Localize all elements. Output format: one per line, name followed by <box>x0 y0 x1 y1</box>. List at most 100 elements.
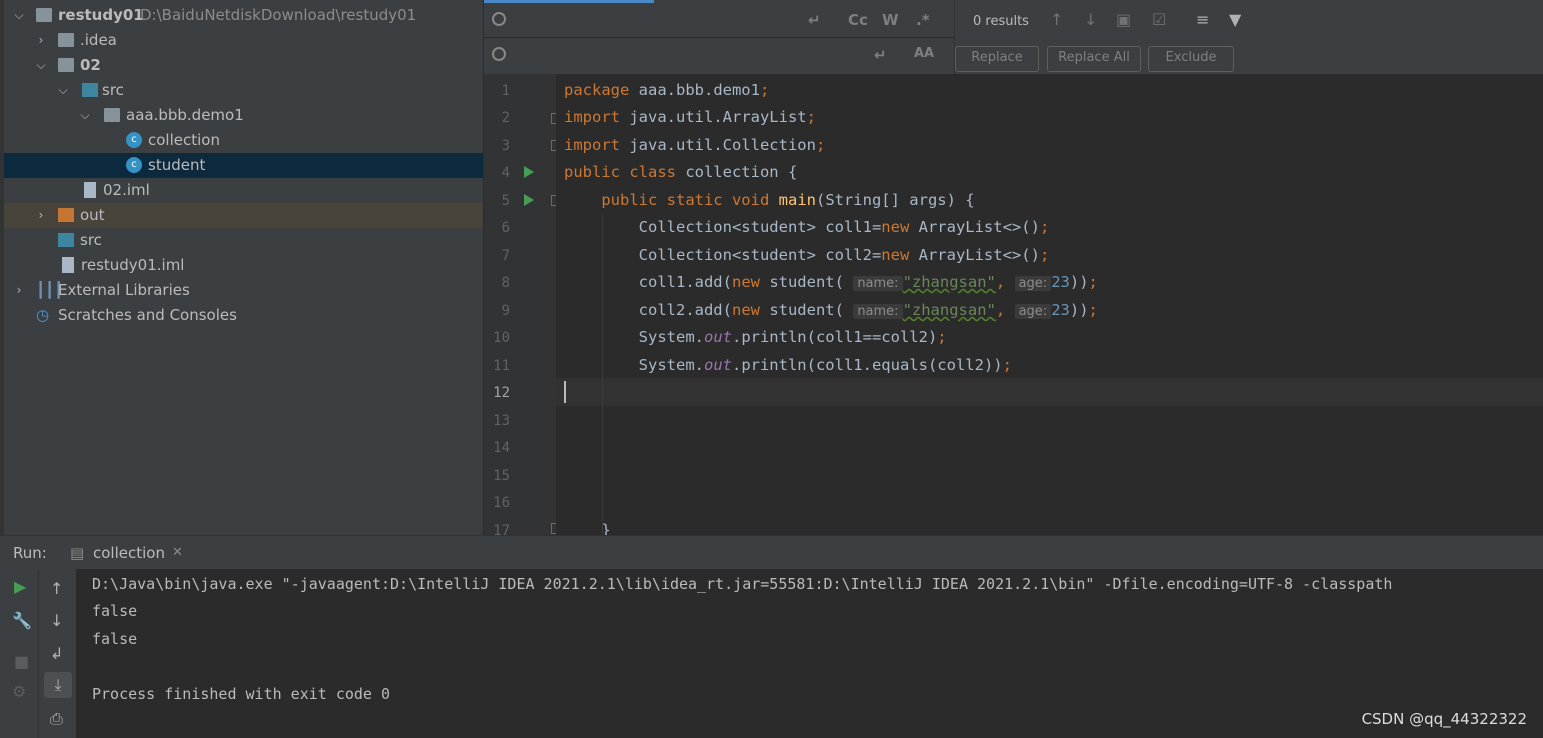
param-hint-name: name: <box>853 304 903 319</box>
line-number: 9 <box>501 303 510 319</box>
tree-node-root[interactable]: ⌵ restudy01 D:\BaiduNetdiskDownload\rest… <box>4 3 483 28</box>
tree-node-src-root[interactable]: src <box>4 228 483 253</box>
chevron-down-icon[interactable]: ⌵ <box>12 3 26 28</box>
exclude-button[interactable]: Exclude <box>1148 46 1234 72</box>
param-hint-name: name: <box>853 276 903 291</box>
search-field[interactable]: ↵ Cc W .* <box>484 3 954 38</box>
chevron-right-icon[interactable]: › <box>12 278 26 303</box>
tree-item-label: out <box>80 206 105 224</box>
chevron-right-icon[interactable]: › <box>34 28 48 53</box>
tree-item-label: Scratches and Consoles <box>58 306 237 324</box>
words-toggle[interactable]: W <box>882 11 899 29</box>
replace-all-button[interactable]: Replace All <box>1047 46 1141 72</box>
run-class-icon[interactable] <box>524 166 534 178</box>
text-caret <box>564 381 566 403</box>
line-number: 14 <box>493 440 510 456</box>
tree-node-idea[interactable]: › .idea <box>4 28 483 53</box>
run-main-icon[interactable] <box>524 194 534 206</box>
code-line-3: import java.util.Collection; <box>564 136 826 154</box>
regex-toggle[interactable]: .* <box>916 11 930 29</box>
line-number: 11 <box>493 358 510 374</box>
scratches-icon: ◷ <box>36 306 50 324</box>
code-line-1: package aaa.bbb.demo1; <box>564 81 770 99</box>
code-line-4: public class collection { <box>564 163 798 181</box>
print-icon[interactable]: ⎙ <box>50 709 63 729</box>
console-line: false <box>92 602 138 620</box>
filter-results-icon[interactable]: ☑ <box>1152 10 1166 29</box>
module-folder-icon <box>36 8 52 22</box>
run-label: Run: <box>13 544 47 562</box>
iml-file-icon <box>62 257 74 273</box>
line-number: 1 <box>501 83 510 99</box>
tree-item-label: src <box>80 231 102 249</box>
tree-node-package[interactable]: ⌵ aaa.bbb.demo1 <box>4 103 483 128</box>
arrow-down-icon[interactable]: ↓ <box>1084 10 1097 29</box>
chevron-down-icon[interactable]: ⌵ <box>56 78 70 103</box>
replace-button[interactable]: Replace <box>955 46 1039 72</box>
tree-item-label: .idea <box>80 31 117 49</box>
select-all-occurrences-icon[interactable]: ▣ <box>1116 10 1131 29</box>
wrench-icon[interactable]: 🔧 <box>12 611 32 630</box>
filter-icon[interactable]: ▼ <box>1229 10 1241 29</box>
chevron-right-icon[interactable]: › <box>34 203 48 228</box>
tree-root-path: D:\BaiduNetdiskDownload\restudy01 <box>140 6 417 24</box>
line-number: 16 <box>493 495 510 511</box>
package-icon <box>104 108 120 122</box>
tree-node-src[interactable]: ⌵ src <box>4 78 483 103</box>
code-line-6: Collection<student> coll1=new ArrayList<… <box>564 218 1050 236</box>
search-icon <box>492 47 506 61</box>
tree-node-external-libraries[interactable]: › ┃┃┃ External Libraries <box>4 278 483 303</box>
newline-icon[interactable]: ↵ <box>874 46 887 64</box>
match-case-toggle[interactable]: Cc <box>848 11 868 29</box>
code-line-5: public static void main(String[] args) { <box>601 191 975 209</box>
stop-icon[interactable]: ■ <box>14 652 29 671</box>
code-editor[interactable]: package aaa.bbb.demo1; import java.util.… <box>556 74 1543 535</box>
line-number: 2 <box>501 110 510 126</box>
line-number: 5 <box>501 193 510 209</box>
multiline-icon[interactable]: ≡ <box>1196 10 1209 29</box>
console-icon: ▤ <box>70 544 85 562</box>
tree-root-label: restudy01 <box>58 6 144 24</box>
line-number: 3 <box>501 138 510 154</box>
chevron-down-icon[interactable]: ⌵ <box>78 103 92 128</box>
editor-gutter[interactable]: 1 2 3 4 5 6 7 8 9 10 11 12 13 14 15 16 1… <box>484 74 556 539</box>
tree-item-label: student <box>148 156 206 174</box>
folder-icon <box>58 33 74 47</box>
source-folder-icon <box>82 83 98 97</box>
tree-item-label: aaa.bbb.demo1 <box>126 106 244 124</box>
tree-node-collection[interactable]: c collection <box>4 128 483 153</box>
close-icon[interactable]: ✕ <box>172 545 183 560</box>
tree-item-label: src <box>102 81 124 99</box>
newline-icon[interactable]: ↵ <box>808 11 821 29</box>
arrow-up-icon[interactable]: ↑ <box>50 579 63 598</box>
tree-node-02[interactable]: ⌵ 02 <box>4 53 483 78</box>
console-line: Process finished with exit code 0 <box>92 685 391 703</box>
line-number: 4 <box>501 165 510 181</box>
search-icon <box>492 12 506 26</box>
line-number: 6 <box>501 220 510 236</box>
tree-node-restudy-iml[interactable]: restudy01.iml <box>4 253 483 278</box>
soft-wrap-icon[interactable]: ↲ <box>50 644 63 663</box>
run-toolbar: ▶ 🔧 ■ ⚙ ↑ ↓ ↲ ⤓ ⎙ <box>0 569 76 738</box>
tree-node-student[interactable]: c student <box>4 153 483 178</box>
tree-node-scratches[interactable]: ◷ Scratches and Consoles <box>4 303 483 328</box>
arrow-up-icon[interactable]: ↑ <box>1050 10 1063 29</box>
preserve-case-toggle[interactable]: AA <box>914 46 934 61</box>
rerun-icon[interactable]: ▶ <box>14 577 26 596</box>
watermark: CSDN @qq_44322322 <box>1361 710 1527 728</box>
tree-item-label: restudy01.iml <box>81 256 185 274</box>
tree-node-02-iml[interactable]: 02.iml <box>4 178 483 203</box>
project-tree-panel: ⌵ restudy01 D:\BaiduNetdiskDownload\rest… <box>0 0 483 535</box>
replace-field[interactable]: ↵ AA <box>484 38 954 72</box>
arrow-down-icon[interactable]: ↓ <box>50 611 63 630</box>
console-line: D:\Java\bin\java.exe "-javaagent:D:\Inte… <box>92 575 1393 593</box>
code-line-17: } <box>564 521 611 535</box>
tree-node-out[interactable]: › out <box>4 203 483 228</box>
console-output[interactable]: D:\Java\bin\java.exe "-javaagent:D:\Inte… <box>76 569 1543 738</box>
run-tab-collection[interactable]: ▤ collection ✕ <box>62 536 194 573</box>
debug-icon[interactable]: ⚙ <box>12 682 26 701</box>
tree-item-label: External Libraries <box>58 281 190 299</box>
chevron-down-icon[interactable]: ⌵ <box>34 53 48 78</box>
line-number: 10 <box>493 330 510 346</box>
scroll-to-end-icon[interactable]: ⤓ <box>44 672 72 698</box>
